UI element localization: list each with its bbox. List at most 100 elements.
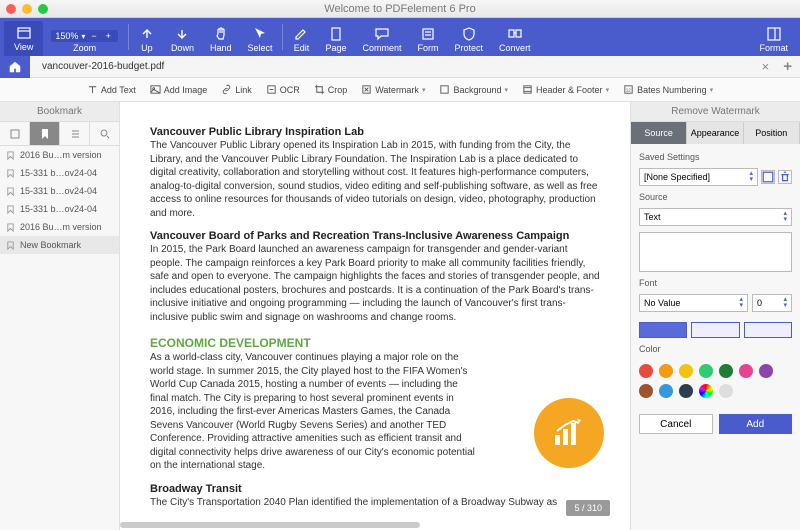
header-footer-button[interactable]: Header & Footer▾ bbox=[517, 82, 614, 97]
svg-text:12: 12 bbox=[626, 87, 632, 92]
tab-appearance[interactable]: Appearance bbox=[687, 122, 743, 144]
page-label: Page bbox=[325, 43, 346, 53]
ocr-button[interactable]: OCR bbox=[261, 82, 305, 97]
cancel-button[interactable]: Cancel bbox=[639, 414, 713, 434]
edit-button[interactable]: Edit bbox=[285, 24, 317, 56]
text-icon bbox=[87, 84, 98, 95]
color-swatch[interactable] bbox=[759, 364, 773, 378]
delete-settings-icon[interactable] bbox=[778, 170, 792, 184]
add-text-button[interactable]: Add Text bbox=[82, 82, 141, 97]
up-button[interactable]: Up bbox=[131, 24, 163, 56]
align-center-button[interactable] bbox=[691, 322, 739, 338]
horizontal-scrollbar[interactable] bbox=[120, 522, 420, 528]
bookmark-label: 2016 Bu…m version bbox=[20, 222, 102, 232]
crop-button[interactable]: Crop bbox=[309, 82, 353, 97]
watermark-button[interactable]: Watermark▾ bbox=[356, 82, 430, 97]
saved-settings-value: [None Specified] bbox=[644, 172, 710, 182]
color-swatch[interactable] bbox=[659, 364, 673, 378]
watermark-icon bbox=[361, 84, 372, 95]
sidebar: Bookmark 2016 Bu…m version 15-331 b…ov24… bbox=[0, 102, 120, 530]
link-button[interactable]: Link bbox=[216, 82, 257, 97]
home-tab[interactable] bbox=[0, 56, 30, 78]
document-view[interactable]: Vancouver Public Library Inspiration Lab… bbox=[120, 102, 630, 530]
sidebar-tab-thumbnails[interactable] bbox=[0, 122, 30, 145]
align-right-button[interactable] bbox=[744, 322, 792, 338]
tab-add-icon[interactable]: + bbox=[775, 58, 800, 75]
saved-settings-label: Saved Settings bbox=[639, 152, 792, 162]
select-button[interactable]: Select bbox=[239, 24, 280, 56]
color-swatch[interactable] bbox=[739, 364, 753, 378]
bookmark-icon bbox=[39, 128, 51, 140]
bookmark-item[interactable]: 2016 Bu…m version bbox=[0, 218, 119, 236]
tab-close-icon[interactable]: × bbox=[756, 59, 776, 74]
bookmark-icon bbox=[6, 169, 15, 178]
watermark-label: Watermark bbox=[375, 85, 419, 95]
titlebar: Welcome to PDFelement 6 Pro bbox=[0, 0, 800, 18]
save-settings-icon[interactable] bbox=[761, 170, 775, 184]
protect-icon bbox=[461, 26, 477, 42]
color-swatch[interactable] bbox=[679, 364, 693, 378]
convert-button[interactable]: Convert bbox=[491, 24, 539, 56]
source-text-input[interactable] bbox=[639, 232, 792, 272]
doc-paragraph: The City's Transportation 2040 Plan iden… bbox=[150, 496, 600, 510]
color-swatch[interactable] bbox=[659, 384, 673, 398]
bookmark-item[interactable]: 2016 Bu…m version bbox=[0, 146, 119, 164]
down-button[interactable]: Down bbox=[163, 24, 202, 56]
doc-section-heading: ECONOMIC DEVELOPMENT bbox=[150, 336, 600, 350]
up-label: Up bbox=[141, 43, 153, 53]
bookmark-icon bbox=[6, 223, 15, 232]
right-panel-title: Remove Watermark bbox=[631, 102, 800, 122]
bookmark-icon bbox=[6, 241, 15, 250]
sidebar-tab-search[interactable] bbox=[90, 122, 119, 145]
source-label: Source bbox=[639, 192, 792, 202]
right-panel: Remove Watermark Source Appearance Posit… bbox=[630, 102, 800, 530]
bookmark-label: 15-331 b…ov24-04 bbox=[20, 186, 97, 196]
page-indicator[interactable]: 5 / 310 bbox=[566, 500, 610, 516]
down-label: Down bbox=[171, 43, 194, 53]
edit-icon bbox=[293, 26, 309, 42]
color-swatch[interactable] bbox=[719, 384, 733, 398]
doc-paragraph: In 2015, the Park Board launched an awar… bbox=[150, 243, 600, 324]
tab-position[interactable]: Position bbox=[744, 122, 800, 144]
background-button[interactable]: Background▾ bbox=[434, 82, 513, 97]
zoom-control[interactable]: 150%▾ −+ Zoom bbox=[43, 28, 126, 56]
add-image-button[interactable]: Add Image bbox=[145, 82, 213, 97]
bates-button[interactable]: 12Bates Numbering▾ bbox=[618, 82, 718, 97]
source-value: Text bbox=[644, 212, 661, 222]
bookmark-item[interactable]: 15-331 b…ov24-04 bbox=[0, 200, 119, 218]
doc-paragraph: The Vancouver Public Library opened its … bbox=[150, 139, 600, 220]
sidebar-tab-outline[interactable] bbox=[60, 122, 90, 145]
color-swatch[interactable] bbox=[639, 384, 653, 398]
format-button[interactable]: Format bbox=[751, 24, 796, 56]
add-text-label: Add Text bbox=[101, 85, 136, 95]
bookmark-item[interactable]: New Bookmark bbox=[0, 236, 119, 254]
protect-button[interactable]: Protect bbox=[447, 24, 492, 56]
bookmark-item[interactable]: 15-331 b…ov24-04 bbox=[0, 164, 119, 182]
comment-button[interactable]: Comment bbox=[355, 24, 410, 56]
page-button[interactable]: Page bbox=[317, 24, 354, 56]
font-size-input[interactable]: 0▴▾ bbox=[752, 294, 792, 312]
add-button[interactable]: Add bbox=[719, 414, 793, 434]
view-button[interactable]: View bbox=[4, 21, 43, 56]
color-swatch[interactable] bbox=[679, 384, 693, 398]
source-select[interactable]: Text▴▾ bbox=[639, 208, 792, 226]
file-tab[interactable]: vancouver-2016-budget.pdf bbox=[30, 56, 756, 78]
color-swatch[interactable] bbox=[639, 364, 653, 378]
zoom-value: 150% bbox=[55, 31, 78, 41]
bookmark-label: 2016 Bu…m version bbox=[20, 150, 102, 160]
font-select[interactable]: No Value▴▾ bbox=[639, 294, 748, 312]
select-icon bbox=[252, 26, 268, 42]
protect-label: Protect bbox=[455, 43, 484, 53]
color-swatch[interactable] bbox=[699, 384, 713, 398]
align-left-button[interactable] bbox=[639, 322, 687, 338]
bookmark-label: 15-331 b…ov24-04 bbox=[20, 168, 97, 178]
color-swatch[interactable] bbox=[699, 364, 713, 378]
hand-button[interactable]: Hand bbox=[202, 24, 240, 56]
sidebar-tab-bookmarks[interactable] bbox=[30, 122, 60, 145]
form-button[interactable]: Form bbox=[410, 24, 447, 56]
file-tab-label: vancouver-2016-budget.pdf bbox=[42, 61, 164, 72]
color-swatch[interactable] bbox=[719, 364, 733, 378]
saved-settings-select[interactable]: [None Specified]▴▾ bbox=[639, 168, 758, 186]
bookmark-item[interactable]: 15-331 b…ov24-04 bbox=[0, 182, 119, 200]
tab-source[interactable]: Source bbox=[631, 122, 687, 144]
